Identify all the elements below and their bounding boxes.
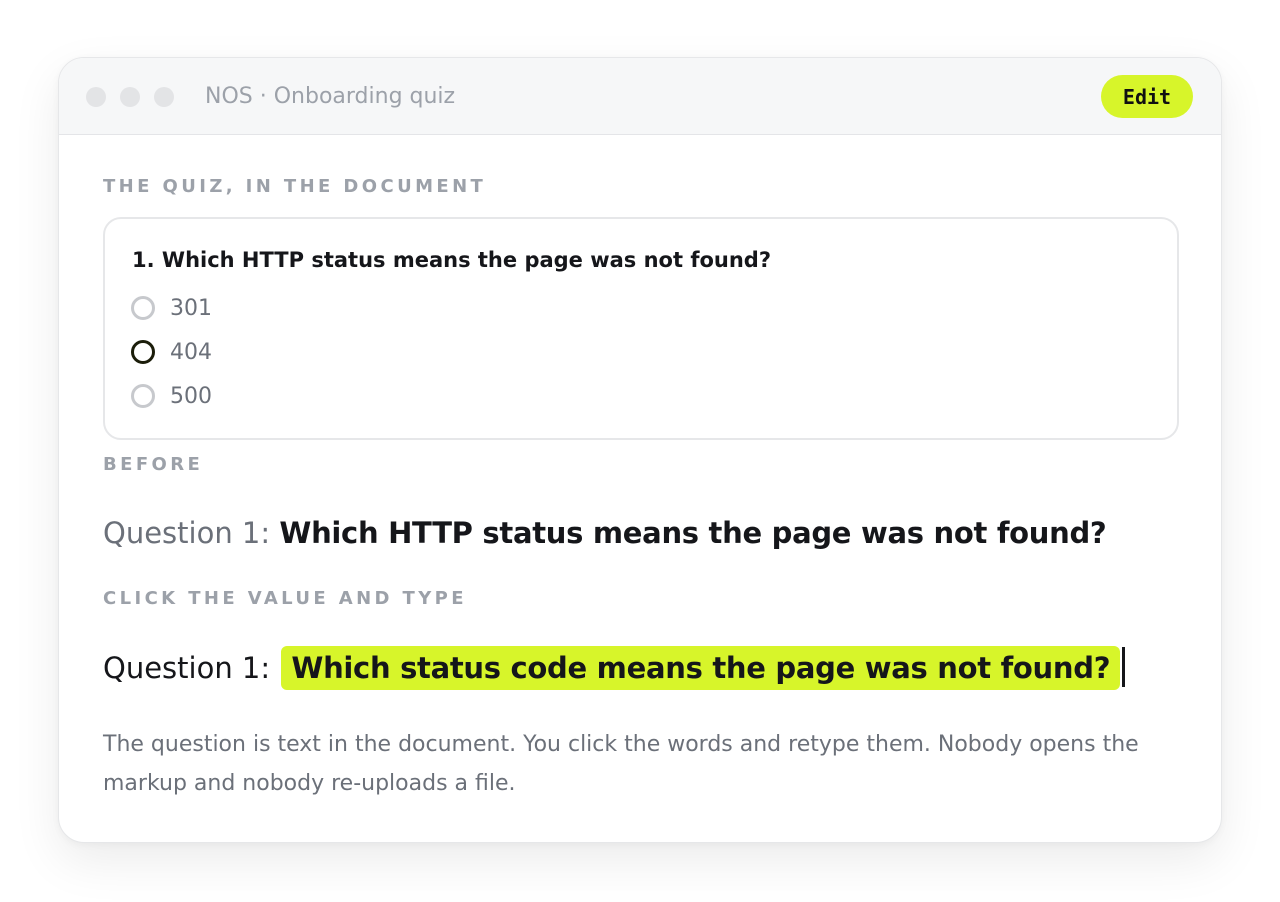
editable-question-text[interactable]: Which status code means the page was not…: [281, 646, 1121, 690]
window-close-dot[interactable]: [86, 87, 106, 107]
option-label: 301: [170, 295, 212, 321]
quiz-option-404[interactable]: 404: [131, 337, 212, 367]
radio-unselected-icon[interactable]: [131, 384, 155, 408]
quiz-card: 1. Which HTTP status means the page was …: [103, 217, 1179, 440]
window-minimize-dot[interactable]: [120, 87, 140, 107]
radio-unselected-icon[interactable]: [131, 296, 155, 320]
after-question-prefix: Question 1:: [103, 651, 280, 685]
window-title: NOS · Onboarding quiz: [205, 84, 456, 109]
description-text: The question is text in the document. Yo…: [103, 732, 1139, 796]
section-label-after: CLICK THE VALUE AND TYPE: [103, 588, 467, 609]
window-maximize-dot[interactable]: [154, 87, 174, 107]
section-label-quiz: THE QUIZ, IN THE DOCUMENT: [103, 176, 487, 197]
quiz-option-301[interactable]: 301: [131, 293, 212, 323]
text-caret: [1122, 647, 1126, 687]
option-label: 404: [170, 339, 212, 365]
app-window: NOS · Onboarding quiz Edit THE QUIZ, IN …: [58, 57, 1222, 843]
before-question-text: Which HTTP status means the page was not…: [279, 516, 1107, 550]
before-question-prefix: Question 1:: [103, 516, 280, 550]
quiz-question: 1. Which HTTP status means the page was …: [132, 248, 772, 272]
radio-selected-icon[interactable]: [131, 340, 155, 364]
after-question-line: Question 1: Which status code means the …: [103, 646, 1126, 690]
section-label-before: BEFORE: [103, 454, 204, 475]
before-question-line: Question 1: Which HTTP status means the …: [103, 513, 1107, 553]
title-bar: NOS · Onboarding quiz Edit: [59, 58, 1221, 135]
option-label: 500: [170, 383, 212, 409]
edit-button[interactable]: Edit: [1101, 75, 1193, 118]
quiz-option-500[interactable]: 500: [131, 381, 212, 411]
